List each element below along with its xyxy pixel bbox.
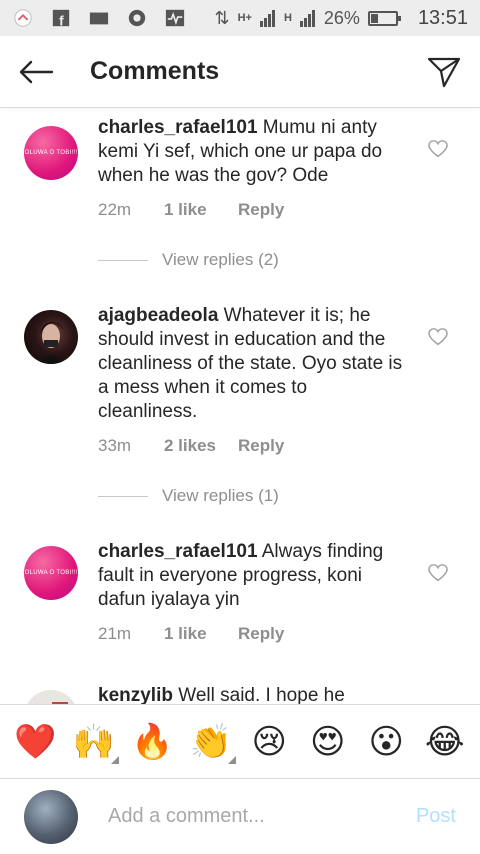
comment-likes[interactable]: 2 likes: [164, 436, 238, 456]
view-replies-label: View replies (2): [162, 250, 279, 269]
header: Comments: [0, 36, 480, 108]
arrow-left-icon: [19, 60, 54, 83]
reply-button[interactable]: Reply: [238, 200, 284, 220]
emoji-heart[interactable]: ❤️: [10, 722, 60, 762]
comment-item: OLUWA O TOBI!!! charles_rafael101 Always…: [0, 540, 480, 644]
emoji-clapping-glyph: 👏: [189, 721, 232, 762]
emoji-raised-hands-glyph: 🙌: [72, 721, 115, 762]
facebook-icon: f: [52, 9, 70, 28]
comment-username[interactable]: charles_rafael101: [98, 541, 258, 562]
comment-item: ajagbeadeola Whatever it is; he should i…: [0, 304, 480, 456]
page-title: Comments: [90, 57, 220, 85]
avatar-text: OLUWA O TOBI!!!: [24, 150, 78, 156]
like-heart-icon[interactable]: [428, 140, 448, 158]
comment-item: kenzylib Well said. I hope he: [0, 684, 480, 704]
post-button[interactable]: Post: [416, 805, 456, 828]
signal-icon: [259, 10, 275, 27]
avatar[interactable]: [24, 690, 78, 704]
avatar-photo: [38, 322, 64, 364]
emoji-clapping[interactable]: 👏: [186, 721, 236, 764]
avatar-text: OLUWA O TOBI!!!: [24, 570, 78, 576]
comment-username[interactable]: ajagbeadeola: [98, 305, 218, 326]
paper-plane-icon: [427, 57, 461, 87]
clock: 13:51: [417, 6, 468, 29]
view-replies[interactable]: View replies (2): [0, 248, 480, 272]
reply-button[interactable]: Reply: [238, 436, 284, 456]
battery-percent: 26%: [323, 7, 360, 28]
svg-text:f: f: [59, 13, 64, 28]
emoji-raised-hands[interactable]: 🙌: [69, 721, 119, 764]
aperture-icon: [128, 9, 146, 27]
like-heart-icon[interactable]: [428, 328, 448, 346]
comment-username[interactable]: kenzylib: [98, 685, 173, 704]
emoji-bar: ❤️ 🙌 🔥 👏 😢 😍 😮 😂: [0, 704, 480, 778]
comment-time: 22m: [98, 200, 132, 219]
divider: [98, 496, 148, 497]
share-button[interactable]: [408, 36, 480, 108]
status-bar: f ⇅ H+ H 26% 13:51: [0, 0, 480, 36]
emoji-laughing[interactable]: 😂: [420, 722, 470, 762]
avatar-photo: [52, 702, 68, 704]
emoji-surprised[interactable]: 😮: [361, 722, 411, 762]
comment-input[interactable]: [108, 805, 388, 828]
skin-tone-indicator: [227, 755, 236, 764]
comment-text: charles_rafael101 Always finding fault i…: [98, 540, 410, 612]
comment-item: OLUWA O TOBI!!! charles_rafael101 Mumu n…: [0, 116, 480, 220]
comment-likes[interactable]: 1 like: [164, 200, 238, 220]
battery-icon: [367, 10, 401, 26]
comment-input-bar: Post: [0, 778, 480, 854]
emoji-heart-eyes[interactable]: 😍: [303, 722, 353, 762]
comment-username[interactable]: charles_rafael101: [98, 117, 258, 138]
comment-meta: 33m 2 likes Reply: [98, 436, 410, 456]
emoji-fire[interactable]: 🔥: [127, 722, 177, 762]
like-heart-icon[interactable]: [428, 564, 448, 582]
comment-text: charles_rafael101 Mumu ni anty kemi Yi s…: [98, 116, 410, 188]
comment-text: ajagbeadeola Whatever it is; he should i…: [98, 304, 410, 424]
comment-likes[interactable]: 1 like: [164, 624, 238, 644]
view-replies-label: View replies (1): [162, 486, 279, 505]
my-avatar: [24, 789, 78, 844]
avatar[interactable]: [24, 310, 78, 364]
skin-tone-indicator: [110, 755, 119, 764]
data-arrows-icon: ⇅: [214, 7, 230, 28]
comment-body: Well said. I hope he: [178, 685, 345, 704]
view-replies[interactable]: View replies (1): [0, 484, 480, 508]
comment-meta: 21m 1 like Reply: [98, 624, 410, 644]
comment-meta: 22m 1 like Reply: [98, 200, 410, 220]
avatar[interactable]: OLUWA O TOBI!!!: [24, 546, 78, 600]
reply-button[interactable]: Reply: [238, 624, 284, 644]
app-circle-icon: [14, 9, 32, 27]
comment-time: 21m: [98, 624, 132, 643]
emoji-crying[interactable]: 😢: [244, 722, 294, 762]
signal-icon-2: [299, 10, 315, 27]
activity-icon: [165, 9, 185, 27]
comments-list[interactable]: OLUWA O TOBI!!! charles_rafael101 Mumu n…: [0, 109, 480, 704]
gallery-icon: [89, 12, 109, 25]
comment-text: kenzylib Well said. I hope he: [98, 684, 410, 704]
network-hplus: H+: [237, 12, 252, 24]
avatar[interactable]: OLUWA O TOBI!!!: [24, 126, 78, 180]
back-button[interactable]: [0, 36, 72, 108]
divider: [98, 260, 148, 261]
network-h: H: [283, 12, 292, 24]
comment-time: 33m: [98, 436, 132, 455]
